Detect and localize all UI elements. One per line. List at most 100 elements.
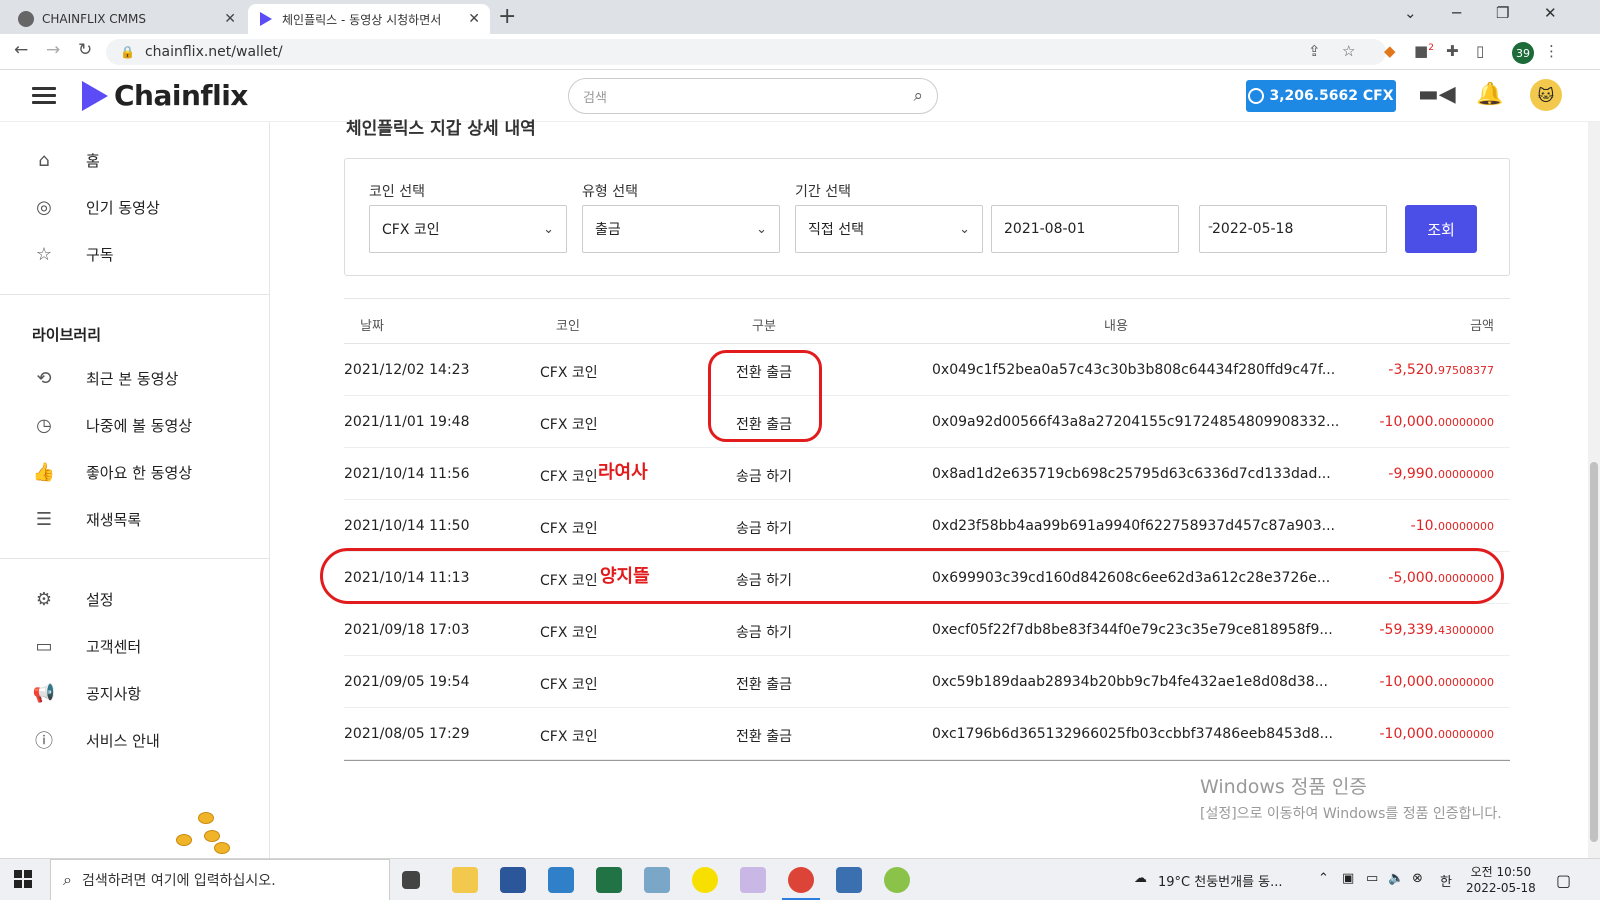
sidebar-item-subscriptions[interactable]: ☆ 구독 (32, 240, 114, 268)
sidebar-item-label: 서비스 안내 (86, 731, 160, 750)
sidebar-item-service-info[interactable]: ⓘ 서비스 안내 (32, 726, 160, 754)
bell-icon[interactable]: 🔔 (1476, 82, 1503, 107)
app-icon[interactable] (644, 867, 670, 893)
tab-title: 체인플릭스 - 동영상 시청하면서 (282, 12, 442, 27)
new-tab-button[interactable]: + (498, 4, 516, 29)
amount-decimals: 00000000 (1438, 676, 1494, 689)
video-camera-icon[interactable]: ▬◀ (1418, 82, 1456, 107)
share-icon[interactable]: ⇪ (1308, 42, 1321, 60)
avatar[interactable]: 🐱 (1530, 79, 1562, 111)
restore-button[interactable]: ❐ (1496, 4, 1509, 22)
sidebar-item-label: 설정 (86, 590, 114, 609)
app-icon[interactable] (884, 867, 910, 893)
chrome-icon[interactable] (782, 867, 820, 900)
star-icon[interactable]: ☆ (1342, 42, 1355, 60)
table-row[interactable]: 2021/09/05 19:54 CFX 코인 전환 출금 0xc59b189daab… (344, 656, 1510, 708)
cell-coin: CFX 코인 (540, 677, 598, 693)
coin-select[interactable]: CFX 코인 ⌄ (369, 205, 567, 253)
windows-start-icon[interactable] (14, 870, 32, 888)
tab-search-icon[interactable]: ⌄ (1404, 4, 1417, 22)
coin-select-label: 코인 선택 (369, 184, 425, 200)
gear-icon: ⚙ (35, 588, 53, 610)
weather-icon[interactable]: ☁ (1134, 871, 1147, 886)
sidebar-item-liked[interactable]: 👍 좋아요 한 동영상 (32, 458, 192, 486)
kakaotalk-icon[interactable] (692, 867, 718, 893)
watermark-subtitle: [설정]으로 이동하여 Windows를 정품 인증합니다. (1200, 806, 1502, 822)
close-window-button[interactable]: ✕ (1544, 4, 1557, 22)
annotation-label-row3: 라여사 (598, 462, 648, 483)
task-view-icon[interactable] (402, 871, 420, 889)
scrollbar-thumb[interactable] (1590, 462, 1598, 842)
network-icon[interactable]: ▣ (1342, 871, 1354, 886)
reload-button[interactable]: ↻ (78, 40, 92, 60)
tab-chainflix-cmms[interactable]: CHAINFLIX CMMS ✕ (8, 4, 246, 34)
cell-amount: -10,000.00000000 (1380, 674, 1495, 690)
cell-amount: -10.00000000 (1411, 518, 1494, 534)
close-icon[interactable]: ✕ (468, 11, 480, 27)
excel-icon[interactable] (596, 867, 622, 893)
period-select[interactable]: 직접 선택 ⌄ (795, 205, 983, 253)
ime-indicator[interactable]: 한 (1440, 871, 1452, 890)
photos-icon[interactable] (836, 867, 862, 893)
file-explorer-icon[interactable] (452, 867, 478, 893)
help-icon: ▭ (35, 635, 53, 657)
hamburger-menu-icon[interactable] (32, 87, 56, 105)
date-to-input[interactable]: 2022-05-18 (1199, 205, 1387, 253)
sidebar-item-watch-later[interactable]: ◷ 나중에 볼 동영상 (32, 411, 192, 439)
taskbar-search-input[interactable]: ⌕ 검색하려면 여기에 입력하십시오. (50, 859, 390, 900)
address-bar[interactable]: 🔒 chainflix.net/wallet/ (106, 39, 1386, 65)
table-row[interactable]: 2021/08/05 17:29 CFX 코인 전환 출금 0xc1796b6d365… (344, 708, 1510, 760)
cell-type: 송금 하기 (736, 469, 792, 485)
close-icon[interactable]: ✕ (224, 11, 236, 27)
type-select[interactable]: 출금 ⌄ (582, 205, 780, 253)
extension-icon[interactable]: ■2 (1414, 42, 1434, 60)
volume-icon[interactable]: 🔈 (1388, 871, 1404, 886)
mute-icon[interactable]: ⊗ (1412, 871, 1423, 886)
balance-text: 3,206.5662 CFX (1269, 88, 1394, 104)
menu-icon[interactable]: ⋮ (1544, 42, 1559, 60)
chevron-down-icon: ⌄ (756, 221, 767, 237)
sidebar-item-history[interactable]: ⟲ 최근 본 동영상 (32, 364, 178, 392)
notification-icon[interactable]: ▢ (1556, 871, 1571, 890)
metamask-icon[interactable]: ◆ (1384, 42, 1396, 60)
weather-text[interactable]: 19°C 천둥번개를 동... (1158, 871, 1283, 890)
minimize-button[interactable]: ─ (1452, 4, 1461, 22)
table-row[interactable]: 2021/11/01 19:48 CFX 코인 전환 출금 0x09a92d00566… (344, 396, 1510, 448)
cell-content: 0x049c1f52bea0a57c43c30b3b808c64434f280f… (932, 362, 1336, 378)
windows-taskbar: ⌕ 검색하려면 여기에 입력하십시오. ☁ 19°C 천둥번개를 동... ⌃ … (0, 858, 1600, 900)
search-icon[interactable]: ⌕ (913, 86, 923, 106)
balance-button[interactable]: 3,206.5662 CFX (1246, 80, 1396, 112)
cell-date: 2021/09/05 19:54 (344, 674, 470, 690)
sidebar-item-popular[interactable]: ◎ 인기 동영상 (32, 193, 160, 221)
cell-content: 0xc1796b6d365132966025fb03ccbbf37486eeb8… (932, 726, 1333, 742)
sidebar-item-notice[interactable]: 📢 공지사항 (32, 679, 141, 707)
vertical-scrollbar[interactable] (1588, 122, 1600, 858)
chevron-up-icon[interactable]: ⌃ (1318, 871, 1329, 886)
table-row[interactable]: 2021/12/02 14:23 CFX 코인 전환 출금 0x049c1f52bea… (344, 344, 1510, 396)
home-icon: ⌂ (38, 149, 50, 171)
date-from-input[interactable]: 2021-08-01 (991, 205, 1179, 253)
tab-chainflix-wallet[interactable]: 체인플릭스 - 동영상 시청하면서 ✕ (248, 4, 490, 34)
profile-avatar[interactable]: 39 (1512, 42, 1534, 64)
logo[interactable]: Chainflix (82, 79, 248, 112)
sidebar-item-home[interactable]: ⌂ 홈 (32, 146, 100, 174)
sidebar-item-help[interactable]: ▭ 고객센터 (32, 632, 141, 660)
note-app-icon[interactable] (548, 867, 574, 893)
table-row[interactable]: 2021/09/18 17:03 CFX 코인 송금 하기 0xecf05f22f7d… (344, 604, 1510, 656)
table-row[interactable]: 2021/10/14 11:50 CFX 코인 송금 하기 0xd23f58bb4aa… (344, 500, 1510, 552)
paint-icon[interactable] (740, 867, 766, 893)
query-button[interactable]: 조회 (1405, 205, 1477, 253)
puzzle-icon[interactable]: ✚ (1446, 42, 1459, 60)
sidepanel-icon[interactable]: ▯ (1476, 42, 1484, 60)
search-input[interactable]: 검색 ⌕ (568, 78, 938, 114)
amount-decimals: 00000000 (1438, 416, 1494, 429)
forward-button[interactable]: → (46, 40, 60, 60)
sidebar-item-playlist[interactable]: ☰ 재생목록 (32, 505, 141, 533)
table-row[interactable]: 2021/10/14 11:56 CFX 코인 송금 하기 0x8ad1d2e6357… (344, 448, 1510, 500)
taskbar-clock[interactable]: 오전 10:50 2022-05-18 (1466, 864, 1536, 896)
back-button[interactable]: ← (14, 40, 28, 60)
sidebar-item-settings[interactable]: ⚙ 설정 (32, 585, 114, 613)
word-icon[interactable] (500, 867, 526, 893)
taskbar-search-placeholder: 검색하려면 여기에 입력하십시오. (81, 873, 276, 889)
display-icon[interactable]: ▭ (1366, 871, 1378, 886)
